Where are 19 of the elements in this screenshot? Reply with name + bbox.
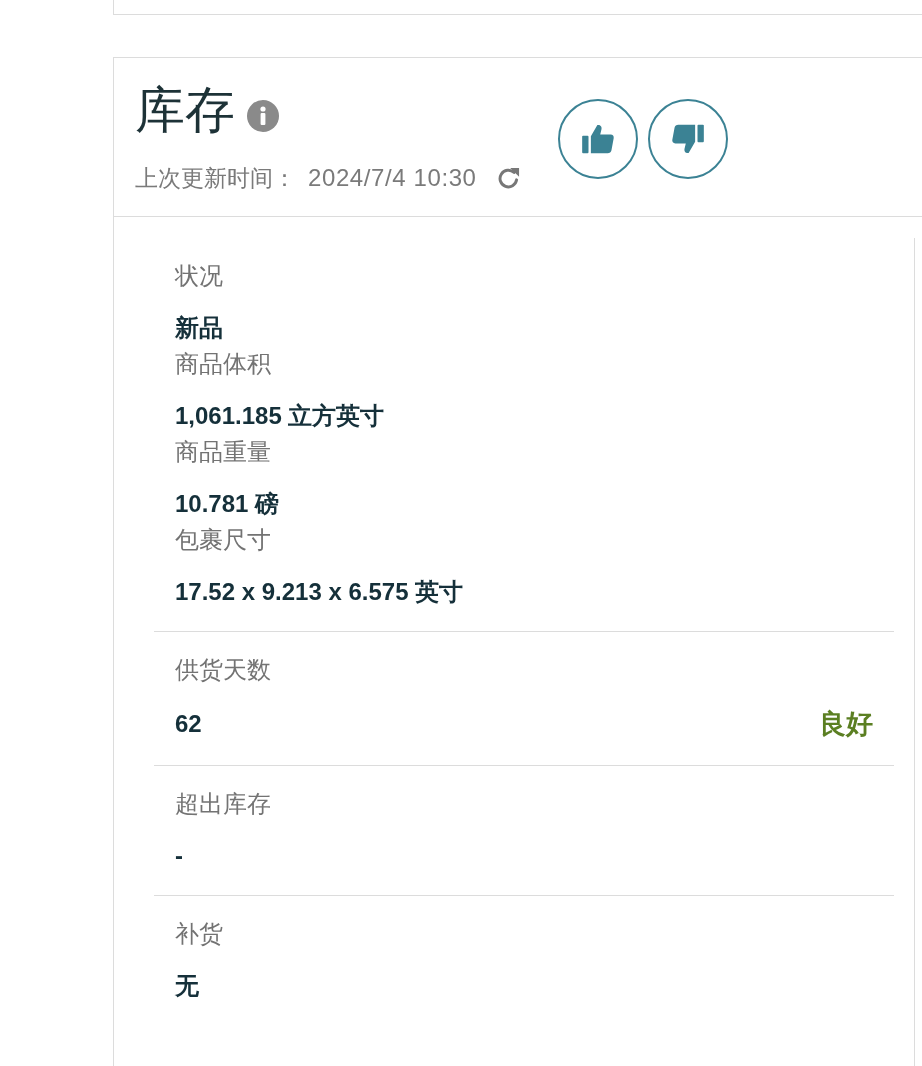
last-updated-label: 上次更新时间： bbox=[135, 163, 296, 193]
field-value: 62 bbox=[175, 709, 202, 739]
info-icon[interactable] bbox=[247, 100, 279, 132]
field-value: 10.781 磅 bbox=[175, 489, 280, 519]
field-label: 补货 bbox=[175, 919, 224, 949]
status-text: 良好 bbox=[819, 708, 873, 741]
last-updated-time: 2024/7/4 10:30 bbox=[308, 164, 477, 192]
field-label: 包裹尺寸 bbox=[175, 525, 272, 555]
card-title: 库存 bbox=[135, 81, 235, 140]
field-label: 状况 bbox=[175, 261, 224, 291]
field-label: 商品体积 bbox=[175, 349, 272, 379]
field-value: 新品 bbox=[175, 313, 223, 343]
field-value: 1,061.185 立方英寸 bbox=[175, 401, 385, 431]
field-label: 供货天数 bbox=[175, 655, 272, 685]
field-value: - bbox=[175, 841, 183, 871]
field-value: 17.52 x 9.213 x 6.575 英寸 bbox=[175, 577, 464, 607]
field-label: 商品重量 bbox=[175, 437, 272, 467]
field-label: 超出库存 bbox=[175, 789, 272, 819]
field-value: 无 bbox=[175, 971, 199, 1001]
